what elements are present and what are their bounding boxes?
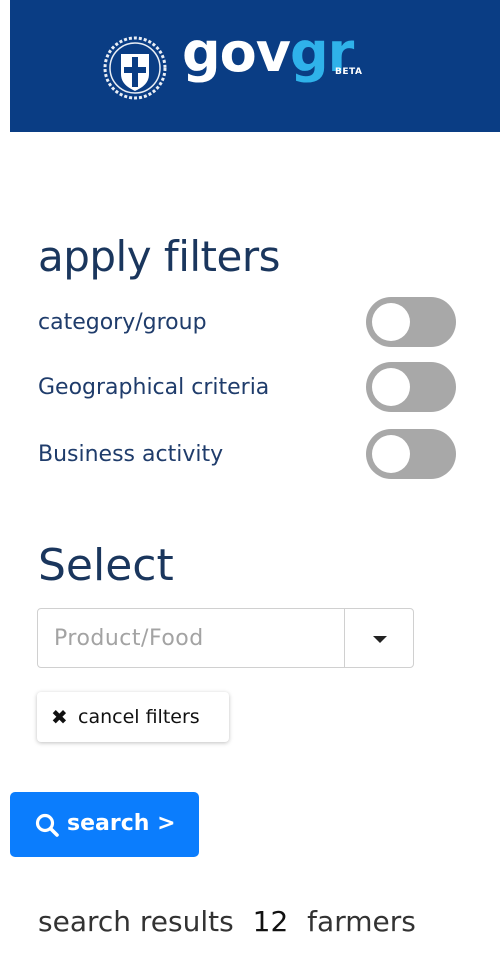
search-button[interactable]: search > bbox=[10, 792, 199, 857]
business-activity-toggle[interactable] bbox=[366, 429, 456, 479]
close-icon: ✖ bbox=[51, 705, 68, 729]
filter-label-category: category/group bbox=[38, 310, 207, 335]
search-results-summary: search results 12 farmers bbox=[38, 905, 416, 938]
product-food-input[interactable] bbox=[38, 609, 344, 667]
select-heading: Select bbox=[38, 540, 174, 591]
beta-badge: BETA bbox=[335, 67, 363, 77]
filter-row-category: category/group bbox=[38, 297, 458, 347]
filter-label-geographical: Geographical criteria bbox=[38, 375, 270, 400]
cancel-filters-button[interactable]: ✖ cancel filters bbox=[37, 692, 229, 742]
greek-coat-of-arms-icon[interactable] bbox=[103, 36, 167, 100]
toggle-knob bbox=[372, 303, 410, 341]
product-select bbox=[37, 608, 414, 668]
search-icon bbox=[35, 813, 59, 837]
results-suffix: farmers bbox=[307, 905, 416, 938]
caret-down-icon bbox=[373, 636, 387, 643]
filter-row-geographical: Geographical criteria bbox=[38, 362, 458, 412]
cancel-filters-label: cancel filters bbox=[78, 706, 200, 728]
toggle-knob bbox=[372, 368, 410, 406]
toggle-knob bbox=[372, 435, 410, 473]
logo-gov-text: gov bbox=[182, 21, 291, 84]
filter-label-business: Business activity bbox=[38, 442, 224, 467]
filter-row-business: Business activity bbox=[38, 429, 458, 479]
site-header: govgr BETA bbox=[10, 0, 500, 132]
search-button-label: search > bbox=[67, 811, 176, 836]
select-dropdown-button[interactable] bbox=[345, 609, 413, 667]
results-count: 12 bbox=[252, 905, 289, 938]
govgr-logo[interactable]: govgr bbox=[182, 26, 354, 80]
filters-heading: apply filters bbox=[38, 232, 281, 281]
results-prefix: search results bbox=[38, 905, 234, 938]
category-group-toggle[interactable] bbox=[366, 297, 456, 347]
geographical-criteria-toggle[interactable] bbox=[366, 362, 456, 412]
page-margin bbox=[0, 0, 10, 979]
